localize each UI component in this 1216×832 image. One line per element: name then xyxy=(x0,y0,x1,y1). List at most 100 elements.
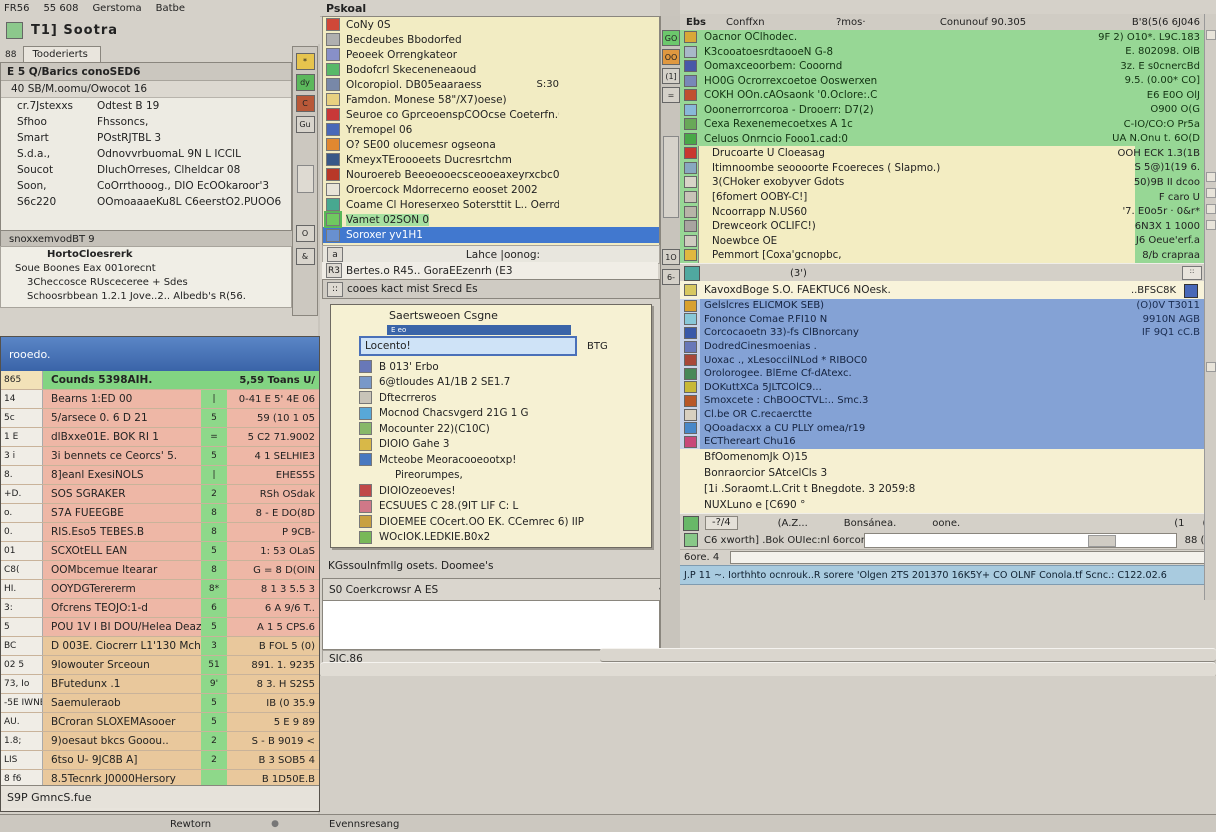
list-item[interactable]: Soroxer yv1H1 xyxy=(323,227,659,243)
record-row[interactable]: Cl.be OR C.recaerctte xyxy=(680,408,1216,422)
gray-bar[interactable]: :: cooes kact mist Srecd Es xyxy=(322,279,660,299)
tree-row[interactable]: Soucot DluchOrreses, Clheldcar 08 xyxy=(1,162,291,178)
table-row[interactable]: 02 5 9Iowouter Srceoun 51 891. 1. 9235 xyxy=(1,656,319,675)
tree-row[interactable]: cr.7Jstexxs Odtest B 19 xyxy=(1,98,291,114)
record-row[interactable]: Drewceork OCLIFC!) 6N3X 1 1000 xyxy=(680,219,1216,234)
tab-tooderierts[interactable]: Tooderierts xyxy=(23,46,100,62)
table-row[interactable]: 8. 8]eanl ExesiNOLS | EHES5S xyxy=(1,466,319,485)
table-row[interactable]: 5 POU 1V I BI DOU/Helea Deazd / 5 A 1 5 … xyxy=(1,618,319,637)
right-scrollbar[interactable] xyxy=(1204,14,1216,600)
list-item[interactable]: Nouroereb Beeoeooecsceooeaxeyrxcbc0 xyxy=(323,167,659,182)
table-row[interactable]: BC D 003E. Ciocrerr L1'130 Mchg 3 B FOL … xyxy=(1,637,319,656)
record-row[interactable]: Gelslcres ELICMOK SEB) (O)0V T3011 xyxy=(680,299,1216,313)
gore-input[interactable] xyxy=(730,551,1206,564)
search-input[interactable] xyxy=(864,533,1177,548)
record-row[interactable]: Fononce Comae P.FI10 N 9910N AGB xyxy=(680,313,1216,327)
record-row[interactable]: Celuos Onrncio Fooo1.cad:0 UA N.Onu t. 6… xyxy=(680,132,1216,147)
table-row[interactable]: 14 Bearns 1:ED 00 | 0-41 E 5' 4E 06 xyxy=(1,390,319,409)
toolbar-icon[interactable]: O xyxy=(296,225,315,242)
record-row[interactable]: Itimnoombe seoooorte Fcoereces ( Slapmo.… xyxy=(680,161,1216,176)
menu-item[interactable]: Batbe xyxy=(156,3,185,14)
list-item[interactable]: Peoeek Orrengkateor xyxy=(323,47,659,62)
list-item[interactable]: KmeyxTEroooeets Ducresrtchm xyxy=(323,152,659,167)
record-row[interactable]: 3(CHoker exobyver Gdots 50)9B II dcoo xyxy=(680,175,1216,190)
toolbar-icon[interactable]: GO xyxy=(662,30,680,46)
popup-list-item[interactable]: ECSUUES C 28.(9IT LIF C: L xyxy=(331,499,651,515)
toolbar-icon[interactable]: Gu xyxy=(296,116,315,133)
record-row[interactable]: HO0G Ocrorrexcoetoe Ooswerxen 9.5. (0.00… xyxy=(680,74,1216,89)
toolbar-icon[interactable]: OO xyxy=(662,49,680,65)
popup-list-item[interactable]: Pireorumpes, xyxy=(331,468,651,484)
table-row[interactable]: LIS 6tso U- 9JC8B A] 2 B 3 SOB5 4 xyxy=(1,751,319,770)
filter-field[interactable]: -?/4 xyxy=(705,516,738,530)
popup-selected-band[interactable]: E eo xyxy=(387,325,571,335)
record-row[interactable]: Drucoarte U Cloeasag OOH ECK 1.3(1B xyxy=(680,146,1216,161)
menu-item[interactable]: FR56 xyxy=(4,3,29,14)
record-row[interactable]: Noewbce OE J6 Oeue'erf.a xyxy=(680,234,1216,249)
record-row[interactable]: [1i .Soraomt.L.Crit t Bnegdote. 3 2059:8 xyxy=(680,481,1216,497)
row-r3-box[interactable]: R3 xyxy=(326,263,342,278)
table-row[interactable]: 3: Ofcrens TEOJO:1-d 6 6 A 9/6 T.. xyxy=(1,599,319,618)
menu-item[interactable]: 55 608 xyxy=(43,3,78,14)
popup-list-item[interactable]: 6@tloudes A1/1B 2 SE1.7 xyxy=(331,375,651,391)
list-item[interactable]: Famdon. Monese 58"/X7)oese) xyxy=(323,92,659,107)
table-row[interactable]: +D. SOS SGRAKER 2 RSh OSdak xyxy=(1,485,319,504)
toolbar-grid-icon[interactable]: :: xyxy=(1182,266,1202,280)
list-item[interactable]: Bodofcrl Skeceneneaoud xyxy=(323,62,659,77)
table-row[interactable]: 01 SCXOtELL EAN 5 1: 53 OLaS xyxy=(1,542,319,561)
toolbar-icon[interactable]: C xyxy=(296,95,315,112)
table-row[interactable]: -5E IWNE Saemuleraob 5 IB (0 35.9 xyxy=(1,694,319,713)
table-row[interactable]: HI. OOYDGTerererm 8* 8 1 3 5.5 3 xyxy=(1,580,319,599)
input-scroll-thumb[interactable] xyxy=(1088,535,1116,547)
record-row[interactable]: NUXLuno e [C690 ° xyxy=(680,497,1216,513)
tree-row[interactable]: S6c220 OOmoaaaeKu8L C6eerstO2.PUOO6 xyxy=(1,194,291,210)
popup-list-item[interactable]: Mocounter 22)(C10C) xyxy=(331,421,651,437)
notes-textarea[interactable] xyxy=(322,600,660,650)
popup-list-item[interactable]: DIOIOzeoeves! xyxy=(331,483,651,499)
divider-toolbar[interactable]: GO OO (1] = 1O 6- xyxy=(660,16,682,684)
tree-row[interactable]: Smart POstRJTBL 3 xyxy=(1,130,291,146)
list-item[interactable]: Oroercock Mdorrecerno eooset 2002 xyxy=(323,182,659,197)
table-row[interactable]: C8( OOMbcemue Itearar 8 G = 8 D(OIN xyxy=(1,561,319,580)
record-row[interactable]: Pemmort [Coxa'gcnopbc, 8/b crapraa xyxy=(680,248,1216,263)
toolbar-icon[interactable]: = xyxy=(662,87,680,103)
table-row[interactable]: 3 i 3i bennets ce Ceorcs' 5. 5 4 1 SELHI… xyxy=(1,447,319,466)
taskbar-item-1[interactable]: Rewtorn xyxy=(170,819,211,830)
popup-list-item[interactable]: WOcIOK.LEDKIE.B0x2 xyxy=(331,530,651,546)
record-row[interactable]: COKH OOn.cAOsaonk '0.Oclore:.C E6 E0O Ol… xyxy=(680,88,1216,103)
record-row[interactable]: [6fomert OOBY-C!] F caro U xyxy=(680,190,1216,205)
list-item[interactable]: Yremopel 06 xyxy=(323,122,659,137)
app-icon[interactable] xyxy=(6,22,23,39)
record-row[interactable]: K3cooatoesrdtaooeN G-8 E. 802098. OlB xyxy=(680,45,1216,60)
table-row[interactable]: 0. RIS.Eso5 TEBES.B 8 P 9CB- xyxy=(1,523,319,542)
scrollbar-thumb[interactable] xyxy=(297,165,314,193)
table-row[interactable]: 8 f6 8.5Tecnrk J0000Hersory B 1D50E.B xyxy=(1,770,319,785)
list-item[interactable]: Coame Cl Horeserxeo Sotersttit L.. Oerrd… xyxy=(323,197,659,212)
menu-mos[interactable]: ?mos· xyxy=(836,17,916,28)
list-item[interactable]: Olcoropiol. DB05eaaraess S:30 xyxy=(323,77,659,92)
tree-row[interactable]: S.d.a., OdnovvrbuomaL 9N L ICClL xyxy=(1,146,291,162)
record-row[interactable]: Uoxac ., xLesoccilNLod * RIBOC0 xyxy=(680,353,1216,367)
record-row[interactable]: Oacnor OClhodec. 9F 2) O10*. L9C.183 xyxy=(680,30,1216,45)
tree-subheader[interactable]: 40 SB/M.oomu/Owocot 16 xyxy=(1,81,291,98)
popup-list-item[interactable]: DIOIO Gahe 3 xyxy=(331,437,651,453)
popup-list-item[interactable]: DIOEMEE COcert.OO EK. CCemrec 6) IIP xyxy=(331,514,651,530)
tree-header[interactable]: E 5 Q/Barics conoSED6 xyxy=(1,63,291,81)
toolbar-icon[interactable] xyxy=(684,266,700,281)
search-icon[interactable] xyxy=(684,533,698,547)
table-row[interactable]: AU. BCroran SLOXEMAsooer 5 5 E 9 89 xyxy=(1,713,319,732)
menu-conffxn[interactable]: Conffxn xyxy=(726,17,836,28)
list-item[interactable]: O? SE00 olucemesr ogseona xyxy=(323,137,659,152)
row-a-box[interactable]: a xyxy=(327,247,343,262)
footer-combobox[interactable]: S0 Coerkcrowsr A ES ▼ xyxy=(322,578,672,602)
row-r3[interactable]: R3 Bertes.o R45.. GoraEEzenrh (E3 xyxy=(322,262,658,280)
list-item[interactable]: Becdeubes Bbodorfed xyxy=(323,32,659,47)
filter-icon[interactable] xyxy=(683,516,699,531)
taskbar-item-2[interactable]: Evennsresang xyxy=(329,819,399,830)
record-row[interactable]: Ooonerrorrcoroa - Drooerr: D7(2) O900 O(… xyxy=(680,103,1216,118)
table-row[interactable]: 1.8; 9)oesaut bkcs Gooou.. 2 S - B 9019 … xyxy=(1,732,319,751)
popup-list-item[interactable]: Mocnod Chacsvgerd 21G 1 G xyxy=(331,406,651,422)
menu-item[interactable]: Gerstoma xyxy=(92,3,141,14)
list-item[interactable]: Seuroe co GprceoenspCOOcse Coeterfn.00 xyxy=(323,107,659,122)
record-row[interactable]: Orolorogee. BlEme Cf-dAtexc. xyxy=(680,367,1216,381)
